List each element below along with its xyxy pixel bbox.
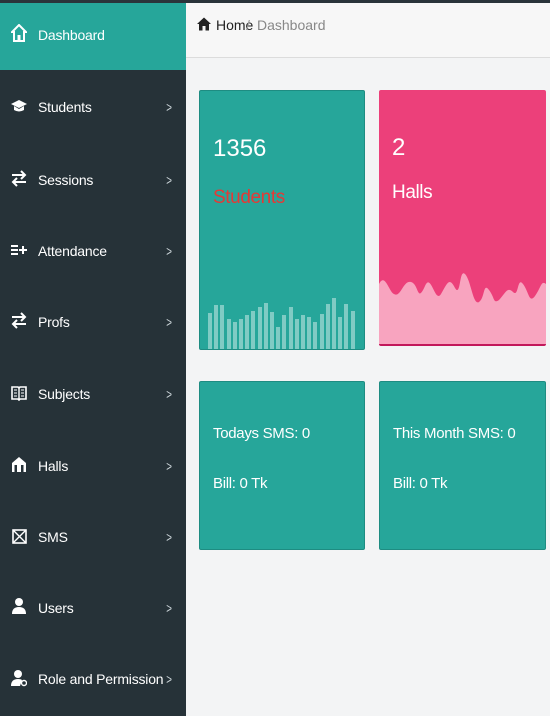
chevron-right-icon: > — [166, 243, 172, 259]
breadcrumb-separator: / — [246, 17, 250, 33]
sidebar-label-attendance: Attendance — [38, 243, 107, 259]
sms-today-bill: Bill: 0 Tk — [213, 475, 268, 492]
sparkline-bar — [307, 317, 312, 349]
main-content: Home / Dashboard 1356 Students 2 Halls T… — [186, 3, 550, 716]
sidebar-label-dashboard: Dashboard — [38, 27, 105, 43]
students-count: 1356 — [213, 135, 267, 162]
students-label: Students — [213, 187, 285, 208]
students-card[interactable]: 1356 Students — [199, 90, 365, 350]
sms-today-text: Todays SMS: 0 — [213, 425, 310, 442]
sparkline-bar — [294, 319, 299, 349]
sparkline-bar — [251, 311, 256, 349]
user-icon — [11, 597, 27, 615]
sms-month-bill: Bill: 0 Tk — [393, 475, 448, 492]
chevron-right-icon: > — [166, 314, 172, 330]
sidebar: Dashboard Students > Sessions > Attendan… — [0, 3, 186, 716]
chevron-right-icon: > — [166, 600, 172, 616]
home-icon — [11, 24, 27, 42]
sparkline-bar — [325, 304, 330, 349]
graduation-cap-icon — [11, 97, 27, 115]
sidebar-item-halls[interactable]: Halls > — [0, 426, 186, 498]
sidebar-item-users[interactable]: Users > — [0, 569, 186, 640]
sparkline-bar — [350, 311, 355, 349]
sms-month-text: This Month SMS: 0 — [393, 425, 516, 442]
sparkline-bar — [220, 305, 225, 349]
sidebar-item-sms[interactable]: SMS > — [0, 498, 186, 569]
sparkline-bar — [214, 305, 219, 349]
chevron-right-icon: > — [166, 529, 172, 545]
sidebar-label-sessions: Sessions — [38, 172, 94, 188]
students-sparkline — [208, 269, 358, 349]
sparkline-bar — [288, 307, 293, 349]
breadcrumb: Home / Dashboard — [186, 3, 550, 58]
sparkline-bar — [245, 315, 250, 349]
sms-today-card[interactable]: Todays SMS: 0 Bill: 0 Tk — [199, 381, 365, 550]
halls-card[interactable]: 2 Halls — [379, 90, 546, 346]
halls-label: Halls — [392, 182, 433, 203]
envelope-icon — [11, 527, 27, 545]
sms-month-card[interactable]: This Month SMS: 0 Bill: 0 Tk — [379, 381, 546, 550]
sidebar-item-attendance[interactable]: Attendance > — [0, 212, 186, 283]
book-icon — [11, 384, 27, 402]
sidebar-label-profs: Profs — [38, 314, 70, 330]
sparkline-bar — [301, 315, 305, 349]
sidebar-label-users: Users — [38, 600, 74, 616]
halls-wave-graph — [379, 273, 546, 344]
sparkline-bar — [226, 319, 231, 349]
chevron-right-icon: > — [166, 386, 172, 402]
halls-count: 2 — [392, 134, 406, 161]
sparkline-bar — [232, 322, 237, 349]
sidebar-item-dashboard[interactable]: Dashboard — [0, 3, 186, 70]
sparkline-bar — [257, 307, 262, 349]
sparkline-bar — [208, 313, 212, 349]
sparkline-bar — [263, 303, 268, 349]
exchange-icon — [11, 169, 27, 187]
breadcrumb-current: Dashboard — [257, 17, 326, 33]
sidebar-item-role-and-permission[interactable]: Role and Permission > — [0, 640, 186, 716]
sidebar-label-halls: Halls — [38, 458, 69, 474]
sidebar-label-subjects: Subjects — [38, 386, 91, 402]
chevron-right-icon: > — [166, 99, 172, 115]
sparkline-bar — [313, 322, 318, 349]
sparkline-bar — [332, 298, 336, 349]
sparkline-bar — [344, 304, 349, 349]
chevron-right-icon: > — [166, 172, 172, 188]
exchange-icon — [11, 311, 27, 329]
sparkline-bar — [239, 319, 243, 349]
home-icon[interactable] — [197, 17, 211, 31]
sparkline-bar — [338, 317, 343, 349]
sidebar-item-students[interactable]: Students > — [0, 70, 186, 141]
building-icon — [11, 455, 27, 473]
sidebar-label-sms: SMS — [38, 529, 68, 545]
sidebar-item-subjects[interactable]: Subjects > — [0, 354, 186, 426]
sparkline-bar — [270, 312, 274, 349]
list-plus-icon — [11, 241, 27, 259]
sidebar-label-students: Students — [38, 99, 92, 115]
chevron-right-icon: > — [166, 671, 172, 687]
sidebar-item-sessions[interactable]: Sessions > — [0, 141, 186, 212]
chevron-right-icon: > — [166, 458, 172, 474]
sidebar-label-role-and-permission: Role and Permission — [38, 671, 164, 687]
sparkline-bar — [276, 327, 281, 349]
sparkline-bar — [319, 314, 324, 349]
sidebar-item-profs[interactable]: Profs > — [0, 283, 186, 354]
user-key-icon — [11, 669, 27, 687]
sparkline-bar — [282, 315, 287, 349]
